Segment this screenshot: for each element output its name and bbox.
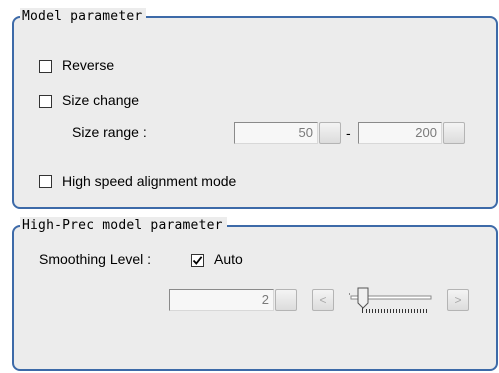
model-parameter-title: Model parameter (20, 8, 147, 26)
high-prec-parameter-title: High-Prec model parameter (20, 217, 227, 235)
slider-thumb-icon[interactable] (357, 287, 369, 309)
smoothing-slider[interactable] (348, 285, 434, 317)
checkmark-icon (192, 256, 203, 265)
size-range-separator: - (346, 125, 351, 141)
model-parameter-group: Model parameter Reverse Size change Size… (12, 8, 498, 209)
smoothing-level-label: Smoothing Level : (39, 251, 152, 267)
high-speed-alignment-checkbox[interactable] (39, 175, 52, 188)
decrement-button[interactable]: < (312, 289, 334, 311)
size-change-label: Size change (62, 92, 140, 108)
size-range-max-field[interactable]: 200 (358, 122, 442, 144)
size-range-label: Size range : (72, 124, 147, 140)
smoothing-level-spin-button[interactable] (275, 289, 297, 311)
size-range-max-spin-button[interactable] (443, 122, 465, 144)
size-range-min-field[interactable]: 50 (234, 122, 318, 144)
reverse-label: Reverse (62, 57, 115, 73)
high-prec-parameter-group: High-Prec model parameter Smoothing Leve… (12, 217, 498, 371)
size-range-min-spin-button[interactable] (319, 122, 341, 144)
reverse-checkbox[interactable] (39, 60, 52, 73)
high-speed-alignment-label: High speed alignment mode (62, 173, 237, 189)
smoothing-level-field[interactable]: 2 (169, 289, 274, 311)
increment-button[interactable]: > (447, 289, 469, 311)
auto-label: Auto (214, 251, 243, 267)
size-change-checkbox[interactable] (39, 95, 52, 108)
auto-checkbox[interactable] (191, 254, 204, 267)
